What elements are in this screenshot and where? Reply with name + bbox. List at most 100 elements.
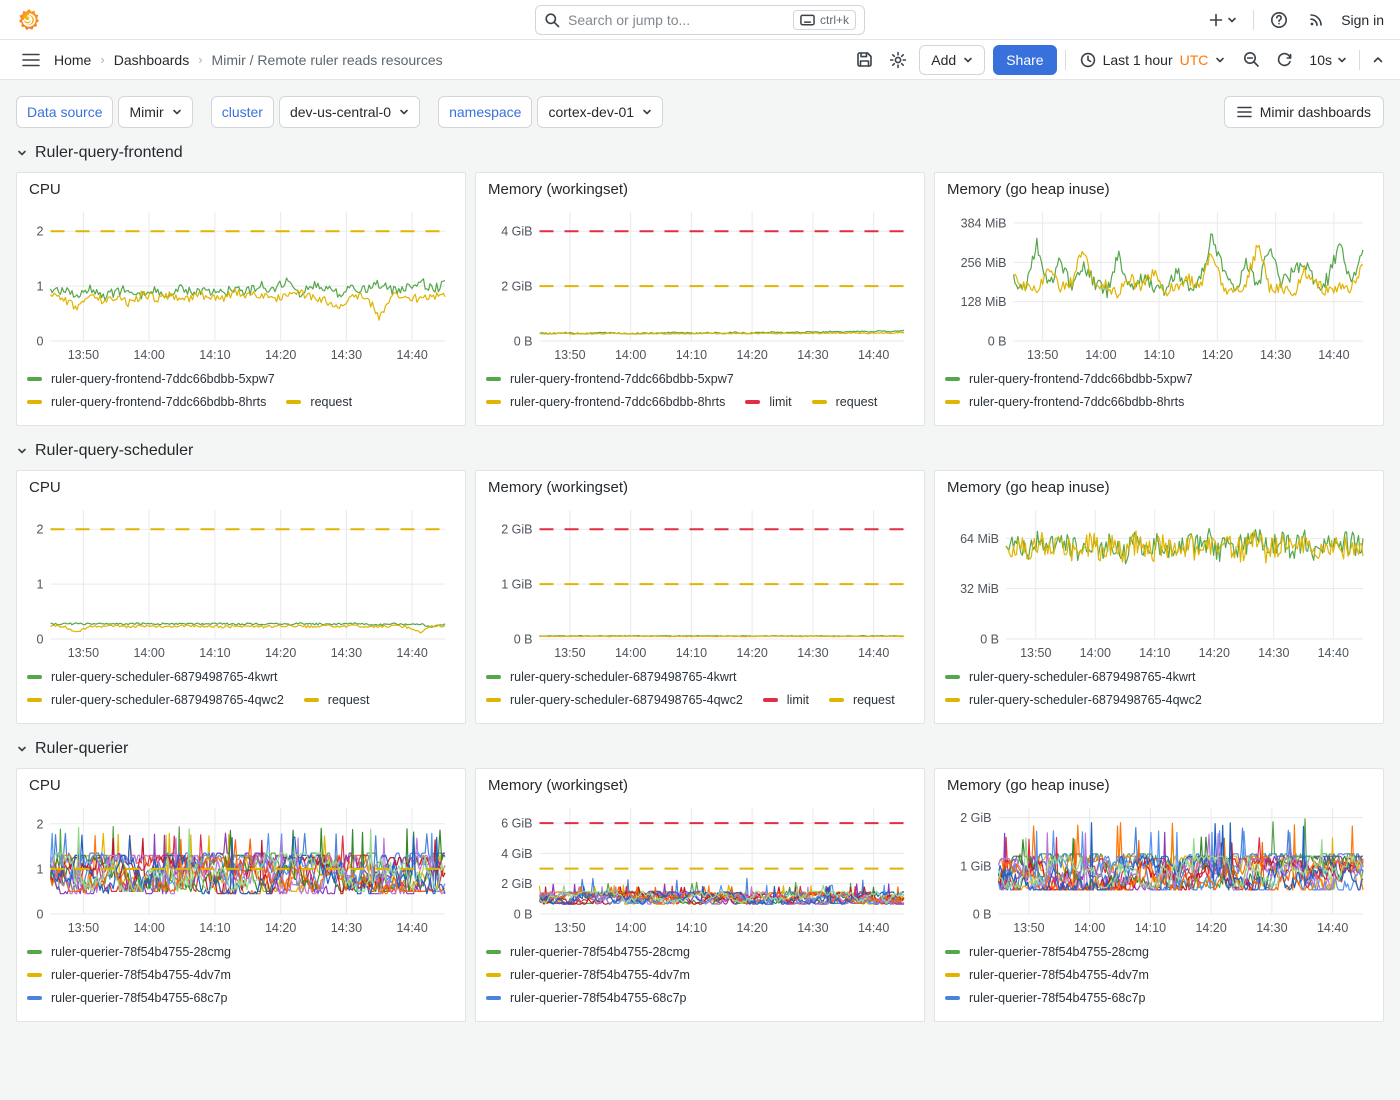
svg-text:14:20: 14:20 bbox=[265, 348, 296, 362]
time-range-picker[interactable]: Last 1 hour UTC bbox=[1074, 52, 1232, 68]
mega-menu-button[interactable] bbox=[18, 49, 44, 71]
legend-series-label: request bbox=[310, 395, 352, 409]
legend-series-swatch bbox=[945, 675, 960, 679]
legend-series-swatch bbox=[27, 400, 42, 404]
breadcrumb-dashboards[interactable]: Dashboards bbox=[114, 52, 190, 68]
time-series-chart[interactable]: 13:5014:0014:1014:2014:3014:40012 bbox=[27, 798, 455, 938]
panel-title[interactable]: CPU bbox=[27, 180, 455, 202]
panel-title[interactable]: CPU bbox=[27, 478, 455, 500]
collapse-toolbar-button[interactable] bbox=[1368, 50, 1388, 70]
chevron-down-icon bbox=[642, 107, 652, 117]
legend-item[interactable]: request bbox=[286, 395, 352, 409]
help-button[interactable] bbox=[1266, 7, 1292, 33]
breadcrumb-separator: › bbox=[100, 52, 104, 67]
panel-title[interactable]: Memory (workingset) bbox=[486, 776, 914, 798]
legend-series-label: request bbox=[328, 693, 370, 707]
dashboard-settings-button[interactable] bbox=[885, 47, 911, 73]
save-icon bbox=[856, 51, 873, 68]
search-bar[interactable]: ctrl+k bbox=[535, 5, 865, 35]
variable-datasource-label[interactable]: Data source bbox=[16, 96, 113, 128]
panel-title[interactable]: Memory (workingset) bbox=[486, 180, 914, 202]
chevron-up-icon bbox=[1372, 54, 1384, 66]
legend-item[interactable]: request bbox=[829, 693, 895, 707]
legend-item[interactable]: ruler-query-scheduler-6879498765-4qwc2 bbox=[486, 693, 743, 707]
legend-series-swatch bbox=[27, 698, 42, 702]
legend-row: ruler-querier-78f54b4755-28cmg bbox=[486, 940, 914, 963]
legend-item[interactable]: ruler-query-frontend-7ddc66bdbb-8hrts bbox=[486, 395, 725, 409]
panel-title[interactable]: Memory (go heap inuse) bbox=[945, 180, 1373, 202]
save-dashboard-button[interactable] bbox=[852, 47, 877, 72]
legend-item[interactable]: ruler-query-scheduler-6879498765-4qwc2 bbox=[945, 693, 1202, 707]
legend-item[interactable]: ruler-querier-78f54b4755-68c7p bbox=[27, 991, 228, 1005]
add-panel-button[interactable]: Add bbox=[919, 45, 985, 75]
search-input[interactable] bbox=[568, 12, 785, 28]
legend-item[interactable]: ruler-query-frontend-7ddc66bdbb-5xpw7 bbox=[945, 372, 1193, 386]
legend-item[interactable]: ruler-query-scheduler-6879498765-4kwrt bbox=[486, 670, 737, 684]
variable-namespace-value[interactable]: cortex-dev-01 bbox=[537, 96, 663, 128]
panel-title[interactable]: CPU bbox=[27, 776, 455, 798]
legend-series-label: ruler-querier-78f54b4755-68c7p bbox=[51, 991, 228, 1005]
legend-item[interactable]: ruler-query-frontend-7ddc66bdbb-5xpw7 bbox=[486, 372, 734, 386]
time-series-chart[interactable]: 13:5014:0014:1014:2014:3014:400 B2 GiB4 … bbox=[486, 202, 914, 365]
refresh-interval-picker[interactable]: 10s bbox=[1305, 52, 1351, 68]
legend-item[interactable]: ruler-querier-78f54b4755-4dv7m bbox=[945, 968, 1149, 982]
time-series-chart[interactable]: 13:5014:0014:1014:2014:3014:40012 bbox=[27, 500, 455, 663]
breadcrumb-home[interactable]: Home bbox=[54, 52, 91, 68]
chart-legend: ruler-querier-78f54b4755-28cmg ruler-quer… bbox=[486, 940, 914, 1009]
panel-title[interactable]: Memory (go heap inuse) bbox=[945, 478, 1373, 500]
time-series-chart[interactable]: 13:5014:0014:1014:2014:3014:400 B32 MiB6… bbox=[945, 500, 1373, 663]
legend-item[interactable]: ruler-query-frontend-7ddc66bdbb-8hrts bbox=[27, 395, 266, 409]
variable-namespace-label[interactable]: namespace bbox=[438, 96, 532, 128]
legend-item[interactable]: ruler-query-scheduler-6879498765-4kwrt bbox=[945, 670, 1196, 684]
new-menu-button[interactable] bbox=[1204, 8, 1241, 32]
legend-row: ruler-query-scheduler-6879498765-4qwc2 re… bbox=[27, 688, 455, 711]
dashboard-toolbar: Home › Dashboards › Mimir / Remote ruler… bbox=[0, 40, 1400, 80]
zoom-out-time-button[interactable] bbox=[1239, 47, 1264, 72]
legend-item[interactable]: limit bbox=[763, 693, 809, 707]
legend-item[interactable]: ruler-querier-78f54b4755-28cmg bbox=[27, 945, 231, 959]
legend-series-swatch bbox=[486, 377, 501, 381]
legend-item[interactable]: ruler-querier-78f54b4755-4dv7m bbox=[486, 968, 690, 982]
panel-title[interactable]: Memory (workingset) bbox=[486, 478, 914, 500]
legend-item[interactable]: request bbox=[304, 693, 370, 707]
section-header-ruler-query-scheduler[interactable]: Ruler-query-scheduler bbox=[0, 426, 1400, 470]
svg-text:14:30: 14:30 bbox=[797, 348, 828, 362]
legend-series-label: ruler-query-frontend-7ddc66bdbb-5xpw7 bbox=[969, 372, 1193, 386]
variable-datasource-value[interactable]: Mimir bbox=[118, 96, 192, 128]
legend-item[interactable]: ruler-query-frontend-7ddc66bdbb-8hrts bbox=[945, 395, 1184, 409]
legend-item[interactable]: ruler-query-frontend-7ddc66bdbb-5xpw7 bbox=[27, 372, 275, 386]
news-button[interactable] bbox=[1304, 7, 1329, 32]
section-header-ruler-query-frontend[interactable]: Ruler-query-frontend bbox=[0, 128, 1400, 172]
legend-item[interactable]: ruler-querier-78f54b4755-28cmg bbox=[945, 945, 1149, 959]
time-series-chart[interactable]: 13:5014:0014:1014:2014:3014:400 B128 MiB… bbox=[945, 202, 1373, 365]
legend-item[interactable]: limit bbox=[745, 395, 791, 409]
legend-item[interactable]: ruler-querier-78f54b4755-28cmg bbox=[486, 945, 690, 959]
variable-cluster-value[interactable]: dev-us-central-0 bbox=[279, 96, 420, 128]
legend-item[interactable]: ruler-querier-78f54b4755-4dv7m bbox=[27, 968, 231, 982]
zoom-out-icon bbox=[1243, 51, 1260, 68]
legend-series-swatch bbox=[945, 400, 960, 404]
section-header-ruler-querier[interactable]: Ruler-querier bbox=[0, 724, 1400, 768]
legend-row: ruler-querier-78f54b4755-4dv7m bbox=[486, 963, 914, 986]
time-series-chart[interactable]: 13:5014:0014:1014:2014:3014:40012 bbox=[27, 202, 455, 365]
legend-row: ruler-querier-78f54b4755-4dv7m bbox=[945, 963, 1373, 986]
refresh-button[interactable] bbox=[1272, 47, 1297, 72]
panel-title[interactable]: Memory (go heap inuse) bbox=[945, 776, 1373, 798]
time-series-chart[interactable]: 13:5014:0014:1014:2014:3014:400 B1 GiB2 … bbox=[945, 798, 1373, 938]
grafana-logo[interactable] bbox=[16, 7, 42, 33]
svg-text:14:40: 14:40 bbox=[1318, 646, 1349, 660]
svg-text:14:30: 14:30 bbox=[1256, 921, 1287, 935]
time-series-chart[interactable]: 13:5014:0014:1014:2014:3014:400 B1 GiB2 … bbox=[486, 500, 914, 663]
legend-item[interactable]: ruler-querier-78f54b4755-68c7p bbox=[945, 991, 1146, 1005]
legend-item[interactable]: request bbox=[812, 395, 878, 409]
legend-item[interactable]: ruler-query-scheduler-6879498765-4qwc2 bbox=[27, 693, 284, 707]
time-series-chart[interactable]: 13:5014:0014:1014:2014:3014:400 B2 GiB4 … bbox=[486, 798, 914, 938]
legend-item[interactable]: ruler-querier-78f54b4755-68c7p bbox=[486, 991, 687, 1005]
sign-in-link[interactable]: Sign in bbox=[1341, 12, 1384, 28]
variable-cluster-label[interactable]: cluster bbox=[211, 96, 274, 128]
legend-item[interactable]: ruler-query-scheduler-6879498765-4kwrt bbox=[27, 670, 278, 684]
mimir-dashboards-button[interactable]: Mimir dashboards bbox=[1224, 96, 1384, 128]
share-button[interactable]: Share bbox=[993, 45, 1056, 75]
svg-text:14:10: 14:10 bbox=[676, 921, 707, 935]
svg-text:14:00: 14:00 bbox=[1080, 646, 1111, 660]
